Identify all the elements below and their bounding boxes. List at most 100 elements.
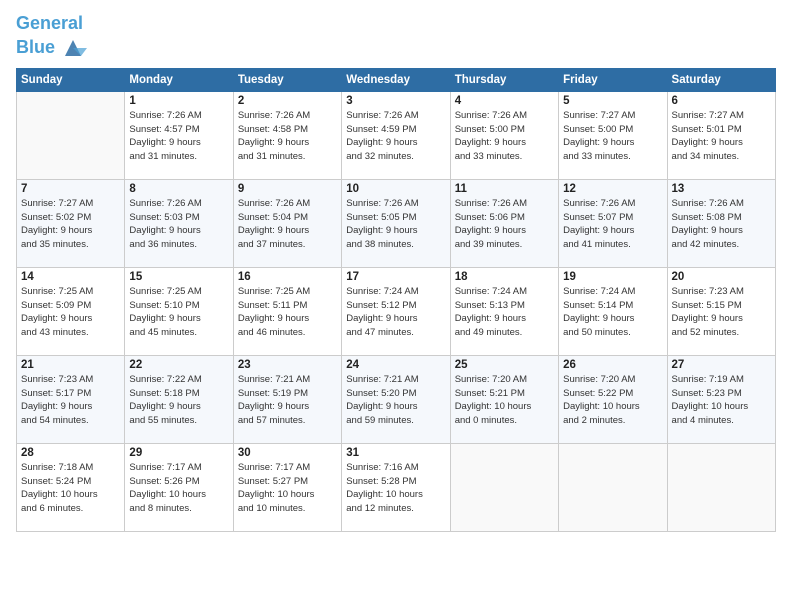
day-number: 13 xyxy=(672,183,771,195)
day-number: 14 xyxy=(21,271,120,283)
day-number: 26 xyxy=(563,359,662,371)
day-cell: 31Sunrise: 7:16 AMSunset: 5:28 PMDayligh… xyxy=(342,443,450,531)
week-row-5: 28 Sunrise: 7:18 AMSunset: 5:24 PMDayligh… xyxy=(17,443,776,531)
day-cell: 4 Sunrise: 7:26 AMSunset: 5:00 PMDaylight… xyxy=(450,91,558,179)
column-header-saturday: Saturday xyxy=(667,68,775,91)
day-info: Sunrise: 7:26 AMSunset: 4:59 PMDaylight:… xyxy=(346,109,445,164)
day-cell: 7Sunrise: 7:27 AMSunset: 5:02 PMDaylight… xyxy=(17,179,125,267)
day-number: 24 xyxy=(346,359,445,371)
week-row-1: 1 Sunrise: 7:26 AMSunset: 4:57 PMDaylight… xyxy=(17,91,776,179)
day-number: 23 xyxy=(238,359,337,371)
day-cell: 9 Sunrise: 7:26 AMSunset: 5:04 PMDaylight… xyxy=(233,179,341,267)
day-number: 2 xyxy=(238,95,337,107)
day-cell xyxy=(559,443,667,531)
day-cell: 30 Sunrise: 7:17 AMSunset: 5:27 PMDayligh… xyxy=(233,443,341,531)
day-info: Sunrise: 7:26 AMSunset: 4:57 PMDaylight:… xyxy=(129,109,228,164)
day-number: 1 xyxy=(129,95,228,107)
day-number: 5 xyxy=(563,95,662,107)
header: General Blue xyxy=(16,10,776,62)
day-info: Sunrise: 7:27 AMSunset: 5:00 PMDaylight:… xyxy=(563,109,662,164)
week-row-4: 21Sunrise: 7:23 AMSunset: 5:17 PMDayligh… xyxy=(17,355,776,443)
day-cell: 1 Sunrise: 7:26 AMSunset: 4:57 PMDaylight… xyxy=(125,91,233,179)
day-cell: 19Sunrise: 7:24 AMSunset: 5:14 PMDayligh… xyxy=(559,267,667,355)
day-cell: 6Sunrise: 7:27 AMSunset: 5:01 PMDaylight… xyxy=(667,91,775,179)
day-cell: 10 Sunrise: 7:26 AMSunset: 5:05 PMDayligh… xyxy=(342,179,450,267)
logo: General Blue xyxy=(16,14,87,62)
logo-text: General xyxy=(16,14,87,34)
day-info: Sunrise: 7:18 AMSunset: 5:24 PMDaylight:… xyxy=(21,461,120,516)
column-header-thursday: Thursday xyxy=(450,68,558,91)
column-header-tuesday: Tuesday xyxy=(233,68,341,91)
day-number: 19 xyxy=(563,271,662,283)
day-info: Sunrise: 7:26 AMSunset: 5:08 PMDaylight:… xyxy=(672,197,771,252)
day-info: Sunrise: 7:26 AMSunset: 5:05 PMDaylight:… xyxy=(346,197,445,252)
day-info: Sunrise: 7:26 AMSunset: 5:03 PMDaylight:… xyxy=(129,197,228,252)
column-header-wednesday: Wednesday xyxy=(342,68,450,91)
day-info: Sunrise: 7:26 AMSunset: 5:04 PMDaylight:… xyxy=(238,197,337,252)
calendar-table: SundayMondayTuesdayWednesdayThursdayFrid… xyxy=(16,68,776,532)
day-cell: 25 Sunrise: 7:20 AMSunset: 5:21 PMDayligh… xyxy=(450,355,558,443)
day-number: 4 xyxy=(455,95,554,107)
day-number: 25 xyxy=(455,359,554,371)
day-cell: 23Sunrise: 7:21 AMSunset: 5:19 PMDayligh… xyxy=(233,355,341,443)
day-info: Sunrise: 7:23 AMSunset: 5:15 PMDaylight:… xyxy=(672,285,771,340)
day-number: 30 xyxy=(238,447,337,459)
day-number: 28 xyxy=(21,447,120,459)
calendar-header-row: SundayMondayTuesdayWednesdayThursdayFrid… xyxy=(17,68,776,91)
day-number: 31 xyxy=(346,447,445,459)
column-header-sunday: Sunday xyxy=(17,68,125,91)
day-cell: 21Sunrise: 7:23 AMSunset: 5:17 PMDayligh… xyxy=(17,355,125,443)
day-info: Sunrise: 7:19 AMSunset: 5:23 PMDaylight:… xyxy=(672,373,771,428)
day-info: Sunrise: 7:25 AMSunset: 5:10 PMDaylight:… xyxy=(129,285,228,340)
day-cell: 18 Sunrise: 7:24 AMSunset: 5:13 PMDayligh… xyxy=(450,267,558,355)
day-info: Sunrise: 7:21 AMSunset: 5:20 PMDaylight:… xyxy=(346,373,445,428)
day-cell: 29 Sunrise: 7:17 AMSunset: 5:26 PMDayligh… xyxy=(125,443,233,531)
day-info: Sunrise: 7:17 AMSunset: 5:27 PMDaylight:… xyxy=(238,461,337,516)
day-info: Sunrise: 7:22 AMSunset: 5:18 PMDaylight:… xyxy=(129,373,228,428)
column-header-friday: Friday xyxy=(559,68,667,91)
day-info: Sunrise: 7:24 AMSunset: 5:13 PMDaylight:… xyxy=(455,285,554,340)
day-cell xyxy=(17,91,125,179)
logo-icon xyxy=(59,34,87,62)
day-number: 10 xyxy=(346,183,445,195)
day-cell: 28 Sunrise: 7:18 AMSunset: 5:24 PMDayligh… xyxy=(17,443,125,531)
page-container: General Blue SundayMondayTuesdayWednesda… xyxy=(0,0,792,542)
day-number: 21 xyxy=(21,359,120,371)
day-info: Sunrise: 7:25 AMSunset: 5:09 PMDaylight:… xyxy=(21,285,120,340)
day-info: Sunrise: 7:20 AMSunset: 5:21 PMDaylight:… xyxy=(455,373,554,428)
day-info: Sunrise: 7:25 AMSunset: 5:11 PMDaylight:… xyxy=(238,285,337,340)
day-info: Sunrise: 7:20 AMSunset: 5:22 PMDaylight:… xyxy=(563,373,662,428)
day-cell: 13 Sunrise: 7:26 AMSunset: 5:08 PMDayligh… xyxy=(667,179,775,267)
day-number: 9 xyxy=(238,183,337,195)
day-info: Sunrise: 7:17 AMSunset: 5:26 PMDaylight:… xyxy=(129,461,228,516)
day-cell xyxy=(450,443,558,531)
calendar-body: 1 Sunrise: 7:26 AMSunset: 4:57 PMDaylight… xyxy=(17,91,776,531)
day-number: 27 xyxy=(672,359,771,371)
day-info: Sunrise: 7:24 AMSunset: 5:12 PMDaylight:… xyxy=(346,285,445,340)
day-cell: 14 Sunrise: 7:25 AMSunset: 5:09 PMDayligh… xyxy=(17,267,125,355)
day-number: 15 xyxy=(129,271,228,283)
day-cell: 15 Sunrise: 7:25 AMSunset: 5:10 PMDayligh… xyxy=(125,267,233,355)
day-info: Sunrise: 7:26 AMSunset: 5:00 PMDaylight:… xyxy=(455,109,554,164)
day-number: 7 xyxy=(21,183,120,195)
logo-blue: Blue xyxy=(16,38,55,58)
day-cell: 12 Sunrise: 7:26 AMSunset: 5:07 PMDayligh… xyxy=(559,179,667,267)
day-number: 17 xyxy=(346,271,445,283)
day-number: 20 xyxy=(672,271,771,283)
day-number: 3 xyxy=(346,95,445,107)
day-number: 11 xyxy=(455,183,554,195)
day-cell: 24 Sunrise: 7:21 AMSunset: 5:20 PMDayligh… xyxy=(342,355,450,443)
day-cell: 22Sunrise: 7:22 AMSunset: 5:18 PMDayligh… xyxy=(125,355,233,443)
day-cell: 27 Sunrise: 7:19 AMSunset: 5:23 PMDayligh… xyxy=(667,355,775,443)
day-cell: 26 Sunrise: 7:20 AMSunset: 5:22 PMDayligh… xyxy=(559,355,667,443)
day-number: 18 xyxy=(455,271,554,283)
day-number: 12 xyxy=(563,183,662,195)
day-info: Sunrise: 7:26 AMSunset: 5:07 PMDaylight:… xyxy=(563,197,662,252)
day-number: 29 xyxy=(129,447,228,459)
day-cell: 20 Sunrise: 7:23 AMSunset: 5:15 PMDayligh… xyxy=(667,267,775,355)
day-number: 16 xyxy=(238,271,337,283)
day-number: 6 xyxy=(672,95,771,107)
day-cell: 16 Sunrise: 7:25 AMSunset: 5:11 PMDayligh… xyxy=(233,267,341,355)
week-row-2: 7Sunrise: 7:27 AMSunset: 5:02 PMDaylight… xyxy=(17,179,776,267)
day-cell: 11Sunrise: 7:26 AMSunset: 5:06 PMDayligh… xyxy=(450,179,558,267)
